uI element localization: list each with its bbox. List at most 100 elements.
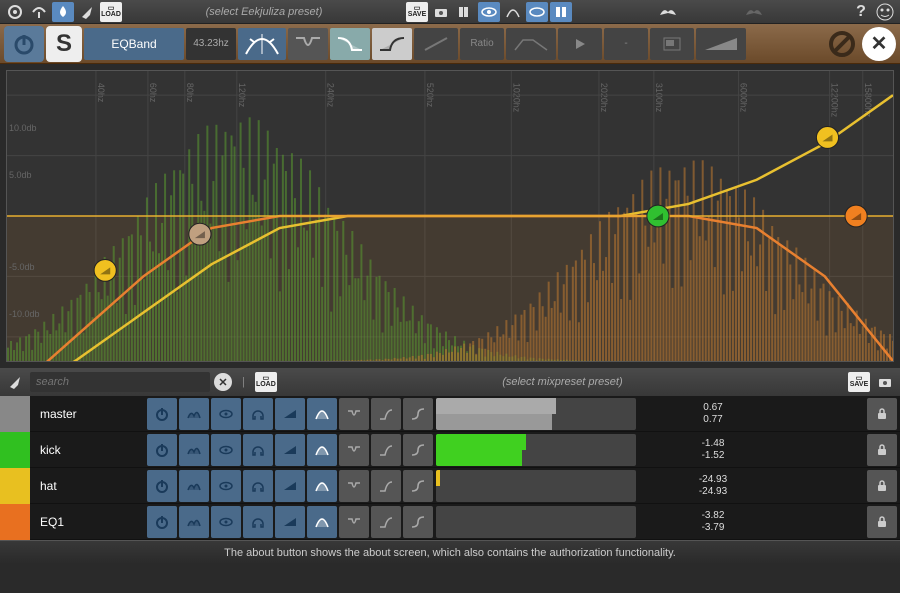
bell-icon[interactable] [307,398,337,430]
track-meter[interactable] [436,398,636,430]
wedge-icon[interactable] [275,398,305,430]
bell-icon[interactable] [307,470,337,502]
track-swatch[interactable] [0,432,30,468]
save-icon[interactable]: ▭SAVE [406,2,428,22]
umbrella-icon[interactable] [28,2,50,22]
eq-preset-select[interactable]: (select Eekjuliza preset) [124,6,404,18]
close-button[interactable]: ✕ [862,27,896,61]
shape-lowshelf-icon[interactable] [330,28,370,60]
mix-save-icon[interactable]: ▭SAVE [848,372,870,392]
mix-camera-icon[interactable] [874,372,896,392]
bell-icon[interactable] [307,434,337,466]
power-button[interactable] [4,26,44,62]
track-meter[interactable] [436,506,636,538]
wedge-icon[interactable] [275,506,305,538]
ylabel: 10.0db [9,123,37,133]
lock-icon[interactable] [867,506,897,538]
lock-icon[interactable] [867,398,897,430]
power-icon[interactable] [147,398,177,430]
shape-highshelf-icon[interactable] [372,28,412,60]
window-icon[interactable] [650,28,694,60]
play-icon[interactable] [558,28,602,60]
bell-icon[interactable] [307,506,337,538]
wedge-icon[interactable] [275,470,305,502]
bird-dim-icon[interactable] [743,2,765,22]
solo-button[interactable]: S [46,26,82,62]
svg-text:60hz: 60hz [148,83,158,103]
spectrum-icon[interactable] [179,434,209,466]
columns-icon[interactable] [454,2,476,22]
param-row: S EQBand 43.23hz Ratio - ✕ [0,24,900,64]
track-row: hat -24.93-24.93 [0,468,900,504]
lock-icon[interactable] [867,470,897,502]
eye-small-icon[interactable] [211,398,241,430]
eye-small-icon[interactable] [211,506,241,538]
null-icon[interactable] [824,26,860,62]
headphones-icon[interactable] [243,398,273,430]
ylabel: 5.0db [9,170,32,180]
eye-small-icon[interactable] [211,470,241,502]
camera-icon[interactable] [430,2,452,22]
gain-wedge-icon[interactable] [696,28,746,60]
env-display[interactable] [506,28,556,60]
sat-icon[interactable] [403,398,433,430]
power-icon[interactable] [147,506,177,538]
drop-icon[interactable] [52,2,74,22]
track-meter[interactable] [436,434,636,466]
eq-plot[interactable]: 40hz60hz80hz120hz240hz520hz1020hz2020hz3… [6,70,894,362]
clear-search-button[interactable]: ✕ [214,373,232,391]
brush2-icon[interactable] [4,372,26,392]
track-name[interactable]: kick [30,443,146,457]
track-swatch[interactable] [0,504,30,540]
brush-icon[interactable] [76,2,98,22]
shape-notch-icon[interactable] [288,28,328,60]
eye-icon[interactable] [478,2,500,22]
track-swatch[interactable] [0,468,30,504]
about-icon[interactable] [874,2,896,22]
power-icon[interactable] [147,434,177,466]
eye-spectrum-icon[interactable] [526,2,548,22]
headphones-icon[interactable] [243,470,273,502]
parallel-icon[interactable] [550,2,572,22]
track-name[interactable]: hat [30,479,146,493]
gear-icon[interactable] [4,2,26,22]
slope-display[interactable] [414,28,458,60]
wedge-icon[interactable] [275,434,305,466]
ratio-label[interactable]: Ratio [460,28,504,60]
spectrum-icon[interactable] [179,506,209,538]
comp-icon[interactable] [371,506,401,538]
lock-icon[interactable] [867,434,897,466]
freq-value[interactable]: 43.23hz [186,28,236,60]
comp-icon[interactable] [371,470,401,502]
dash-display[interactable]: - [604,28,648,60]
power-icon[interactable] [147,470,177,502]
spectrum-icon[interactable] [179,398,209,430]
band-name[interactable]: EQBand [84,28,184,60]
notch-small-icon[interactable] [339,506,369,538]
mix-load-icon[interactable]: ▭LOAD [255,372,277,392]
comp-icon[interactable] [371,434,401,466]
sat-icon[interactable] [403,434,433,466]
help-icon[interactable]: ? [850,2,872,22]
search-input[interactable] [30,372,210,392]
load-icon[interactable]: ▭LOAD [100,2,122,22]
sat-icon[interactable] [403,470,433,502]
sat-icon[interactable] [403,506,433,538]
comp-icon[interactable] [371,398,401,430]
notch-small-icon[interactable] [339,398,369,430]
spectrum-icon[interactable] [179,470,209,502]
track-name[interactable]: EQ1 [30,515,146,529]
track-row: kick -1.48-1.52 [0,432,900,468]
headphones-icon[interactable] [243,434,273,466]
notch-small-icon[interactable] [339,470,369,502]
eye-small-icon[interactable] [211,434,241,466]
headphones-icon[interactable] [243,506,273,538]
notch-small-icon[interactable] [339,434,369,466]
shape-bandpass-icon[interactable] [238,28,286,60]
mixpreset-select[interactable]: (select mixpreset preset) [281,376,844,388]
track-swatch[interactable] [0,396,30,432]
bird-icon[interactable] [657,2,679,22]
track-name[interactable]: master [30,407,146,421]
curve-peak-icon[interactable] [502,2,524,22]
track-meter[interactable] [436,470,636,502]
